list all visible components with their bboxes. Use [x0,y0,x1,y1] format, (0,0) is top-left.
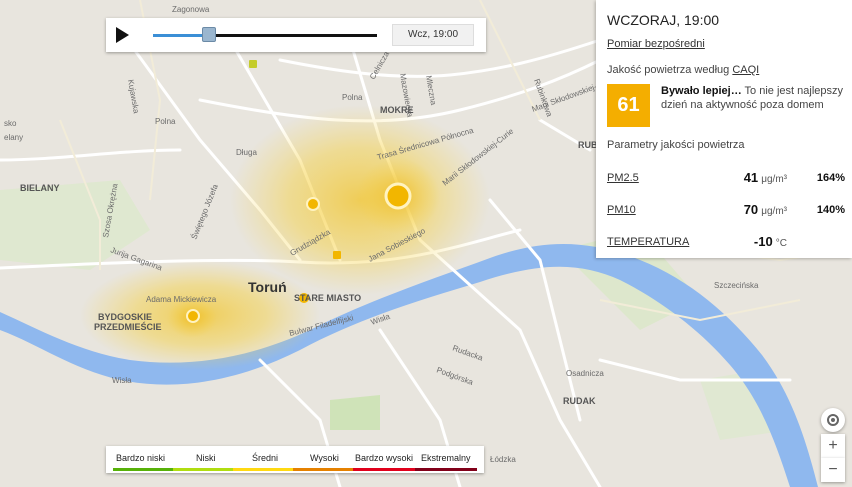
legend-color-bar [353,468,415,471]
map-label-elany: elany [4,133,23,142]
caqi-prefix: Jakość powietrza według [607,64,733,76]
legend-color-bar [233,468,293,471]
legend-label: Bardzo wysoki [355,453,414,463]
param-name[interactable]: PM2.5 [607,172,639,184]
zoom-in-button[interactable]: + [821,434,845,458]
caqi-index-badge: 61 [607,84,650,127]
map-label-polna: Polna [155,117,176,126]
map-label-rudak: RUDAK [563,396,596,406]
param-name[interactable]: TEMPERATURA [607,236,689,248]
locate-dot [831,418,835,422]
air-quality-legend: Bardzo niski Niski Średni Wysoki Bardzo … [106,446,484,473]
time-slider-handle[interactable] [202,27,216,42]
legend-color-bar [293,468,353,471]
sensor-marker[interactable] [306,197,320,211]
map-label-rub: RUB [578,140,598,150]
zoom-out-button[interactable]: − [821,458,845,482]
param-value: 70 μg/m³ [727,202,787,217]
map-label-dluga: Długa [236,148,257,157]
measurement-link[interactable]: Pomiar bezpośredni [607,38,705,50]
time-label[interactable]: Wcz, 19:00 [392,24,474,46]
param-value-number: 70 [743,202,759,217]
param-name[interactable]: PM10 [607,204,636,216]
caqi-line: Jakość powietrza według CAQI [607,64,759,76]
crosshair-icon[interactable] [821,408,845,432]
map-label-przedmiescie: PRZEDMIEŚCIE [94,321,162,332]
param-value: 41 μg/m³ [727,170,787,185]
map-label-osadnicza: Osadnicza [566,369,604,378]
legend-color-bar [415,468,477,471]
map-label-bielany: BIELANY [20,183,60,193]
map-label-stare-miasto: STARE MIASTO [294,293,361,303]
map-label-bydgoskie: BYDGOSKIE [98,312,152,322]
param-unit: μg/m³ [761,174,787,185]
param-value: -10 °C [727,234,787,249]
param-row-temperature: TEMPERATURA -10 °C [607,234,845,250]
map-label-mickiewicza: Adama Mickiewicza [146,295,217,304]
map-label-wisla: Wisła [112,376,132,385]
map-label-szczecinska: Szczecińska [714,281,759,290]
caqi-headline: Bywało lepiej… [661,85,742,97]
caqi-index-description: Bywało lepiej… To nie jest najlepszy dzi… [661,84,843,112]
play-icon[interactable] [114,27,130,43]
param-unit: μg/m³ [761,206,787,217]
map-label-sko: sko [4,119,17,128]
sensor-marker-square[interactable] [333,251,341,259]
time-slider[interactable] [153,27,377,42]
param-percent: 164% [816,172,845,184]
map-label-city: Toruń [248,279,287,295]
panel-title: WCZORAJ, 19:00 [607,12,720,28]
param-row-pm10: PM10 70 μg/m³ 140% [607,202,845,218]
param-value-number: 41 [743,170,759,185]
legend-label: Niski [196,453,216,463]
legend-label: Bardzo niski [116,453,166,463]
time-slider-fill [153,34,209,37]
map-label-polna: Polna [342,93,363,102]
param-value-number: -10 [753,234,773,249]
map-label-lodzka: Łódzka [490,455,516,464]
sensor-marker[interactable] [186,309,200,323]
time-player: Wcz, 19:00 [106,18,486,52]
param-percent: 140% [816,204,845,216]
param-row-pm25: PM2.5 41 μg/m³ 164% [607,170,845,186]
caqi-link[interactable]: CAQI [732,64,759,76]
map-label-zagonowa: Zagonowa [172,5,210,14]
sensor-marker-large[interactable] [384,182,412,210]
legend-color-bar [113,468,173,471]
station-info-panel: WCZORAJ, 19:00 Pomiar bezpośredni Jakość… [596,0,852,258]
legend-color-bar [173,468,233,471]
legend-label: Ekstremalny [421,453,471,463]
legend-label: Wysoki [310,453,339,463]
legend-label: Średni [252,453,279,463]
param-unit: °C [775,238,787,249]
params-heading: Parametry jakości powietrza [607,139,745,151]
sensor-marker-square[interactable] [249,60,257,68]
